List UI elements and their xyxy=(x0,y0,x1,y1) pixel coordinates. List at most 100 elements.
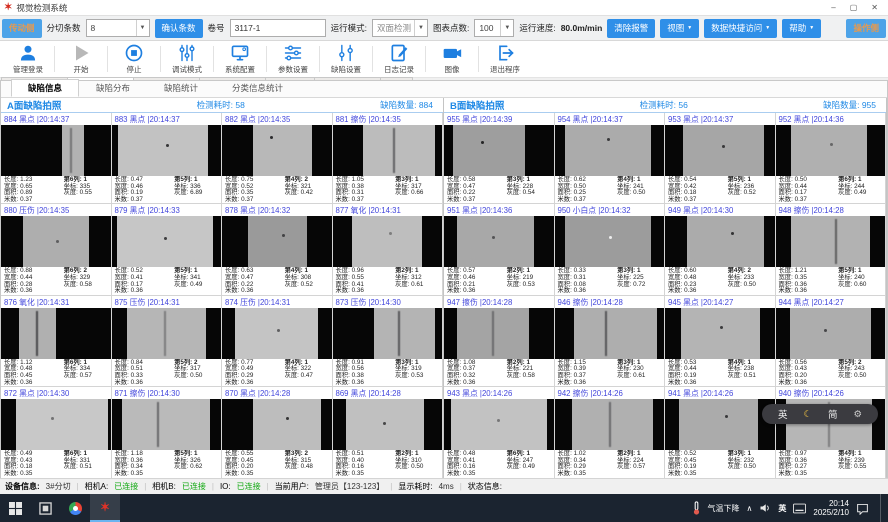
defect-cell-881[interactable]: 881 擦伤 |20:14:35长度: 1.05宽度: 0.38面积: 0.31… xyxy=(333,113,444,204)
defect-cell-873[interactable]: 873 压伤 |20:14:30长度: 0.91宽度: 0.56面积: 0.38… xyxy=(333,296,444,387)
defect-cell-869[interactable]: 869 黑点 |20:14:28长度: 0.51宽度: 0.40面积: 0.16… xyxy=(333,387,444,478)
defect-cell-879[interactable]: 879 黑点 |20:14:33长度: 0.52宽度: 0.41面积: 0.17… xyxy=(112,204,223,295)
toolbar-button-camera[interactable]: 图像 xyxy=(426,42,478,76)
defect-cell-876[interactable]: 876 氧化 |20:14:31长度: 1.12宽度: 0.48面积: 0.45… xyxy=(1,296,112,387)
help-menu-button[interactable]: 帮助▼ xyxy=(782,19,821,38)
defect-cell-943[interactable]: 943 黑点 |20:14:26长度: 0.48宽度: 0.41面积: 0.16… xyxy=(444,387,555,478)
toolbar-button-play[interactable]: 开始 xyxy=(55,42,107,76)
toolbar-button-monitor[interactable]: 系统配置 xyxy=(214,42,266,76)
defect-image[interactable] xyxy=(1,125,111,176)
subtab-分类信息统计[interactable]: 分类信息统计 xyxy=(215,79,300,97)
ime-toolbar[interactable]: 英 ☾ 简 ⚙ xyxy=(762,404,878,424)
defect-cell-945[interactable]: 945 黑点 |20:14:27长度: 0.53宽度: 0.44面积: 0.19… xyxy=(665,296,776,387)
defect-image[interactable] xyxy=(665,308,775,359)
defect-cell-880[interactable]: 880 压伤 |20:14:35长度: 0.88宽度: 0.44面积: 0.28… xyxy=(1,204,112,295)
defect-image[interactable] xyxy=(1,308,111,359)
subtab-缺陷信息[interactable]: 缺陷信息 xyxy=(11,79,79,97)
defect-cell-882[interactable]: 882 黑点 |20:14:35长度: 0.75宽度: 0.52面积: 0.35… xyxy=(222,113,333,204)
defect-cell-946[interactable]: 946 擦伤 |20:14:28长度: 1.15宽度: 0.39面积: 0.37… xyxy=(555,296,666,387)
defect-cell-875[interactable]: 875 压伤 |20:14:31长度: 0.84宽度: 0.51面积: 0.33… xyxy=(112,296,223,387)
toolbar-button-debug-sliders[interactable]: 调试模式 xyxy=(161,42,213,76)
defect-image[interactable] xyxy=(444,125,554,176)
defect-cell-940[interactable]: 940 擦伤 |20:14:26长度: 0.97宽度: 0.36面积: 0.27… xyxy=(776,387,887,478)
defect-image[interactable] xyxy=(555,308,665,359)
defect-image[interactable] xyxy=(776,125,886,176)
defect-image[interactable] xyxy=(333,216,443,267)
start-button[interactable] xyxy=(0,494,30,522)
subtab-缺陷统计[interactable]: 缺陷统计 xyxy=(147,79,215,97)
defect-image[interactable] xyxy=(112,399,222,450)
chart-points-select[interactable]: 100▼ xyxy=(474,19,514,37)
toolbar-button-stop[interactable]: 停止 xyxy=(108,42,160,76)
defect-image[interactable] xyxy=(776,216,886,267)
defect-cell-954[interactable]: 954 黑点 |20:14:37长度: 0.62宽度: 0.50面积: 0.25… xyxy=(555,113,666,204)
defect-image[interactable] xyxy=(333,308,443,359)
toolbar-button-exit[interactable]: 退出程序 xyxy=(479,42,531,76)
taskbar-clock[interactable]: 20:14 2025/2/10 xyxy=(813,499,849,517)
defect-image[interactable] xyxy=(112,308,222,359)
show-desktop-button[interactable] xyxy=(880,494,884,522)
maximize-button[interactable]: ▢ xyxy=(850,3,858,12)
defect-image[interactable] xyxy=(555,125,665,176)
defect-cell-884[interactable]: 884 黑点 |20:14:37长度: 1.23宽度: 0.65面积: 0.89… xyxy=(1,113,112,204)
defect-cell-947[interactable]: 947 擦伤 |20:14:28长度: 1.08宽度: 0.37面积: 0.32… xyxy=(444,296,555,387)
defect-cell-942[interactable]: 942 擦伤 |20:14:26长度: 1.02宽度: 0.34面积: 0.29… xyxy=(555,387,666,478)
toolbar-button-defect-sliders[interactable]: 缺陷设置 xyxy=(320,42,372,76)
defect-cell-955[interactable]: 955 黑点 |20:14:39长度: 0.58宽度: 0.47面积: 0.22… xyxy=(444,113,555,204)
data-quick-access-menu-button[interactable]: 数据快捷访问▼ xyxy=(704,19,777,38)
toolbar-button-param-sliders[interactable]: 参数设置 xyxy=(267,42,319,76)
toolbar-button-user[interactable]: 管理登录 xyxy=(2,42,54,76)
defect-image[interactable] xyxy=(776,308,886,359)
gear-icon[interactable]: ⚙ xyxy=(853,409,862,420)
defect-cell-878[interactable]: 878 黑点 |20:14:32长度: 0.63宽度: 0.47面积: 0.22… xyxy=(222,204,333,295)
defect-image[interactable] xyxy=(444,399,554,450)
defect-cell-953[interactable]: 953 黑点 |20:14:37长度: 0.54宽度: 0.42面积: 0.18… xyxy=(665,113,776,204)
toolbar-button-log[interactable]: 日志记录 xyxy=(373,42,425,76)
defect-image[interactable] xyxy=(112,125,222,176)
roll-number-input[interactable]: 3117-1 xyxy=(230,19,326,37)
task-view-button[interactable] xyxy=(30,494,60,522)
slit-count-select[interactable]: 8▼ xyxy=(86,19,150,37)
defect-image[interactable] xyxy=(333,399,443,450)
defect-image[interactable] xyxy=(112,216,222,267)
run-mode-select[interactable]: 双面检测▼ xyxy=(372,19,428,37)
defect-cell-951[interactable]: 951 黑点 |20:14:36长度: 0.57宽度: 0.46面积: 0.21… xyxy=(444,204,555,295)
defect-cell-948[interactable]: 948 擦伤 |20:14:28长度: 1.21宽度: 0.35面积: 0.36… xyxy=(776,204,887,295)
close-button[interactable]: ✕ xyxy=(871,3,878,12)
browser-taskbar-icon[interactable] xyxy=(60,494,90,522)
drive-side-button[interactable]: 传动侧 xyxy=(2,19,42,38)
defect-cell-950[interactable]: 950 小白点 |20:14:32长度: 0.33宽度: 0.31面积: 0.0… xyxy=(555,204,666,295)
defect-cell-874[interactable]: 874 压伤 |20:14:31长度: 0.77宽度: 0.49面积: 0.29… xyxy=(222,296,333,387)
keyboard-icon[interactable] xyxy=(793,503,806,514)
defect-cell-872[interactable]: 872 黑点 |20:14:30长度: 0.49宽度: 0.43面积: 0.18… xyxy=(1,387,112,478)
minimize-button[interactable]: – xyxy=(831,3,835,12)
defect-image[interactable] xyxy=(665,216,775,267)
defect-cell-944[interactable]: 944 黑点 |20:14:27长度: 0.56宽度: 0.43面积: 0.20… xyxy=(776,296,887,387)
ime-english-toggle[interactable]: 英 xyxy=(778,407,788,421)
defect-cell-883[interactable]: 883 黑点 |20:14:37长度: 0.47宽度: 0.46面积: 0.19… xyxy=(112,113,223,204)
defect-cell-877[interactable]: 877 氧化 |20:14:31长度: 0.96宽度: 0.55面积: 0.41… xyxy=(333,204,444,295)
inspection-app-taskbar-icon[interactable]: ✶ xyxy=(90,494,120,522)
defect-image[interactable] xyxy=(665,399,775,450)
defect-image[interactable] xyxy=(1,216,111,267)
defect-cell-870[interactable]: 870 黑点 |20:14:28长度: 0.55宽度: 0.45面积: 0.20… xyxy=(222,387,333,478)
defect-image[interactable] xyxy=(222,308,332,359)
defect-image[interactable] xyxy=(555,399,665,450)
action-center-icon[interactable] xyxy=(856,502,869,515)
tray-expand-chevron[interactable]: ∧ xyxy=(747,504,753,513)
defect-image[interactable] xyxy=(555,216,665,267)
defect-image[interactable] xyxy=(333,125,443,176)
defect-image[interactable] xyxy=(444,308,554,359)
weather-text[interactable]: 气温下降 xyxy=(708,503,740,514)
defect-cell-941[interactable]: 941 黑点 |20:14:26长度: 0.52宽度: 0.45面积: 0.19… xyxy=(665,387,776,478)
ime-simplified-toggle[interactable]: 简 xyxy=(828,407,838,421)
language-indicator[interactable]: 英 xyxy=(778,503,786,514)
defect-image[interactable] xyxy=(222,399,332,450)
defect-image[interactable] xyxy=(222,125,332,176)
defect-cell-949[interactable]: 949 黑点 |20:14:30长度: 0.60宽度: 0.48面积: 0.23… xyxy=(665,204,776,295)
defect-image[interactable] xyxy=(1,399,111,450)
operate-side-button[interactable]: 操作侧 xyxy=(846,19,886,38)
clear-alarm-button[interactable]: 清除报警 xyxy=(607,19,655,38)
defect-image[interactable] xyxy=(222,216,332,267)
moon-icon[interactable]: ☾ xyxy=(803,409,812,420)
